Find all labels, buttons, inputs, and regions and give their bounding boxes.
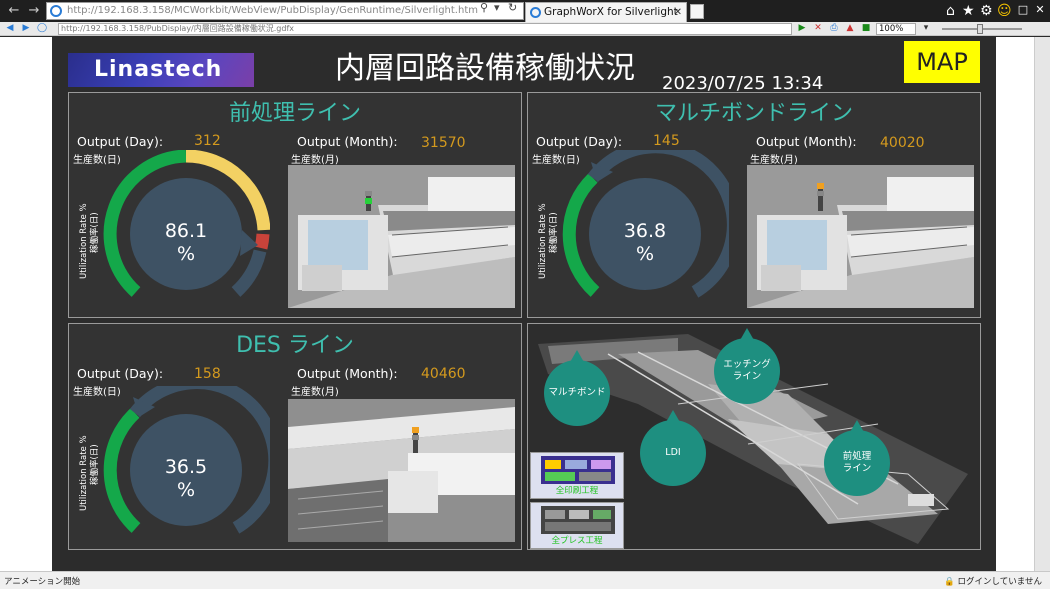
- map-button[interactable]: MAP: [904, 41, 980, 83]
- safety-icon[interactable]: ■: [860, 23, 872, 34]
- close-window-icon[interactable]: ✕: [1033, 3, 1047, 17]
- map-bubble-ldi[interactable]: LDI: [640, 410, 706, 486]
- dashboard: Linastech 内層回路設備稼働状況 2023/07/25 13:34 MA…: [52, 37, 996, 571]
- output-day-label: Output (Day):: [536, 134, 623, 149]
- new-tab-button[interactable]: [690, 4, 704, 19]
- page-icon: ◯: [36, 23, 48, 33]
- browser-titlebar: ← → http://192.168.3.158/MCWorkbit/WebVi…: [0, 0, 1050, 22]
- compat-bar: ◀ ▶ ◯ http://192.168.3.158/PubDisplay/内層…: [0, 22, 1050, 36]
- utilization-rate-label: Utilization Rate %: [538, 203, 548, 279]
- utilization-rate-label: Utilization Rate %: [79, 435, 89, 511]
- thumbnail-label: 全印刷工程: [555, 486, 599, 496]
- utilization-rate-jp-label: 稼働率(日): [90, 444, 100, 485]
- utilization-rate-label: Utilization Rate %: [79, 203, 89, 279]
- utilization-rate-jp-label: 稼働率(日): [90, 212, 100, 253]
- datetime: 2023/07/25 13:34: [662, 73, 824, 94]
- tools-icon[interactable]: ▲: [844, 23, 856, 34]
- utilization-unit: %: [176, 243, 196, 265]
- ie-tab-icon: [530, 7, 541, 18]
- line-3d-image: [288, 399, 515, 542]
- ie-icon: [50, 5, 62, 17]
- refresh-icon[interactable]: ↻: [508, 1, 517, 14]
- forward-icon[interactable]: →: [26, 3, 42, 19]
- company-logo: Linastech: [68, 53, 254, 87]
- output-month-value: 31570: [421, 135, 466, 151]
- output-month-value: 40020: [880, 135, 925, 151]
- output-month-value: 40460: [421, 366, 466, 382]
- output-month-label: Output (Month):: [297, 134, 398, 149]
- page-title: 内層回路設備稼働状況: [335, 51, 635, 86]
- thumbnail-press-process[interactable]: 全プレス工程: [530, 502, 624, 549]
- address2-url: http://192.168.3.158/PubDisplay/内層回路設備稼働…: [61, 24, 294, 33]
- back-small-icon[interactable]: ◀: [4, 23, 16, 34]
- utilization-value: 36.5 %: [136, 456, 236, 502]
- zoom-value: 100%: [879, 24, 904, 34]
- print-icon[interactable]: ⎙: [828, 23, 840, 34]
- logo-text: Linastech: [94, 57, 223, 82]
- tab-graphworx[interactable]: GraphWorX for Silverlight ✕: [525, 2, 687, 22]
- zoom-slider-thumb[interactable]: [977, 24, 983, 34]
- maximize-icon[interactable]: □: [1016, 3, 1030, 17]
- login-status-text: ログインしていません: [957, 577, 1043, 587]
- output-day-value: 312: [194, 133, 221, 149]
- utilization-number: 36.8: [623, 220, 667, 242]
- dropdown-icon[interactable]: ▾: [494, 1, 500, 14]
- panel-des-line: DES ライン Output (Day): 生産数(日) 158 Output …: [68, 323, 522, 550]
- utilization-value: 36.8 %: [595, 220, 695, 266]
- thumbnail-print-process[interactable]: 全印刷工程: [530, 452, 624, 499]
- utilization-number: 36.5: [164, 456, 208, 478]
- address-field-2[interactable]: http://192.168.3.158/PubDisplay/内層回路設備稼働…: [58, 23, 792, 35]
- panel-title: マルチボンドライン: [654, 101, 853, 126]
- panel-title: DES ライン: [236, 333, 354, 358]
- favorites-icon[interactable]: ★: [962, 3, 975, 19]
- minimize-icon[interactable]: [1000, 3, 1014, 17]
- stop-icon[interactable]: ✕: [812, 23, 824, 34]
- output-day-label: Output (Day):: [77, 366, 164, 381]
- address-bar[interactable]: http://192.168.3.158/MCWorkbit/WebView/P…: [46, 2, 524, 20]
- zoom-select[interactable]: 100%: [876, 23, 916, 35]
- output-month-jp-label: 生産数(月): [750, 155, 798, 166]
- back-icon[interactable]: ←: [6, 3, 22, 19]
- gear-icon[interactable]: ⚙: [980, 3, 993, 19]
- output-month-jp-label: 生産数(月): [291, 387, 339, 398]
- press-process-preview: [541, 506, 615, 534]
- map-bubble-etching-line[interactable]: エッチング ライン: [714, 328, 780, 404]
- output-day-value: 145: [653, 133, 680, 149]
- close-tab-icon[interactable]: ✕: [674, 3, 682, 22]
- factory-map-panel: マルチボンド エッチング ライン LDI 前処理 ライン 全印刷工程 全プレス工…: [527, 323, 981, 550]
- forward-small-icon[interactable]: ▶: [20, 23, 32, 34]
- status-text: アニメーション開始: [4, 577, 81, 587]
- line-3d-image: [288, 165, 515, 308]
- utilization-unit: %: [176, 479, 196, 501]
- go-icon[interactable]: ▶: [796, 23, 808, 34]
- login-status: 🔒 ログインしていません: [944, 577, 1043, 587]
- address-url: http://192.168.3.158/MCWorkbit/WebView/P…: [67, 5, 478, 16]
- print-process-preview: [541, 456, 615, 484]
- output-month-label: Output (Month):: [297, 366, 398, 381]
- search-icon[interactable]: ⚲: [480, 1, 488, 14]
- utilization-number: 86.1: [164, 220, 208, 242]
- utilization-unit: %: [635, 243, 655, 265]
- panel-pretreatment-line: 前処理ライン Output (Day): 生産数(日) 312 Output (…: [68, 92, 522, 318]
- thumbnail-label: 全プレス工程: [551, 536, 603, 546]
- status-bar: アニメーション開始 🔒 ログインしていません: [0, 571, 1050, 589]
- panel-title: 前処理ライン: [228, 101, 361, 126]
- line-3d-image: [747, 165, 974, 308]
- output-day-label: Output (Day):: [77, 134, 164, 149]
- output-month-label: Output (Month):: [756, 134, 857, 149]
- map-bubble-multibond[interactable]: マルチボンド: [544, 350, 610, 426]
- output-day-value: 158: [194, 366, 221, 382]
- utilization-value: 86.1 %: [136, 220, 236, 266]
- home-icon[interactable]: ⌂: [946, 3, 955, 19]
- page-margin-left: [0, 37, 52, 571]
- map-bubble-pretreatment-line[interactable]: 前処理 ライン: [824, 420, 890, 496]
- zoom-dropdown-icon[interactable]: ▾: [920, 23, 932, 34]
- output-month-jp-label: 生産数(月): [291, 155, 339, 166]
- tab-title: GraphWorX for Silverlight: [544, 6, 678, 18]
- utilization-rate-jp-label: 稼働率(日): [549, 212, 559, 253]
- vertical-scrollbar[interactable]: [1034, 37, 1050, 571]
- panel-multibond-line: マルチボンドライン Output (Day): 生産数(日) 145 Outpu…: [527, 92, 981, 318]
